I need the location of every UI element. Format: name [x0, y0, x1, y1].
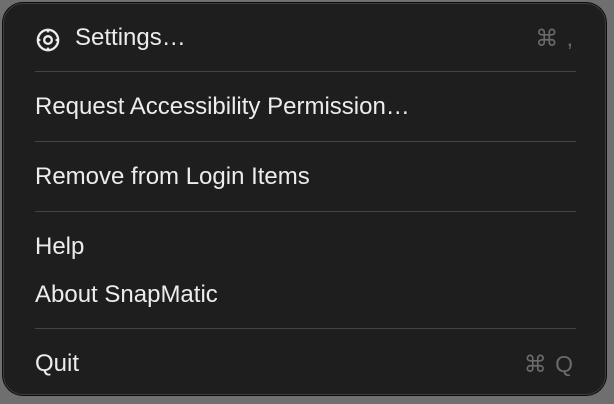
menu-item-label: Quit [35, 350, 80, 377]
menu-separator [35, 71, 576, 72]
menu-item-shortcut: ⌘ , [535, 24, 574, 51]
menu-item-label: Help [35, 233, 85, 260]
gear-icon [36, 28, 60, 52]
menu-item-label: Settings… [75, 24, 186, 51]
menu-separator [35, 211, 576, 212]
menu-item-shortcut: ⌘ Q [523, 350, 574, 377]
menu-separator [35, 141, 576, 142]
app-menu: Settings… ⌘ , Request Accessibility Perm… [3, 3, 606, 395]
menu-item-quit[interactable]: Quit ⌘ Q [4, 342, 605, 386]
menu-item-remove-from-login-items[interactable]: Remove from Login Items [4, 155, 605, 199]
menu-item-label: Request Accessibility Permission… [35, 93, 410, 120]
menu-item-about[interactable]: About SnapMatic [4, 273, 605, 317]
menu-separator [35, 328, 576, 329]
menu-item-request-accessibility-permission[interactable]: Request Accessibility Permission… [4, 85, 605, 129]
menu-item-label: About SnapMatic [35, 281, 218, 308]
menu-item-label: Remove from Login Items [35, 163, 310, 190]
menu-item-settings[interactable]: Settings… ⌘ , [4, 16, 605, 60]
menu-item-help[interactable]: Help [4, 225, 605, 269]
